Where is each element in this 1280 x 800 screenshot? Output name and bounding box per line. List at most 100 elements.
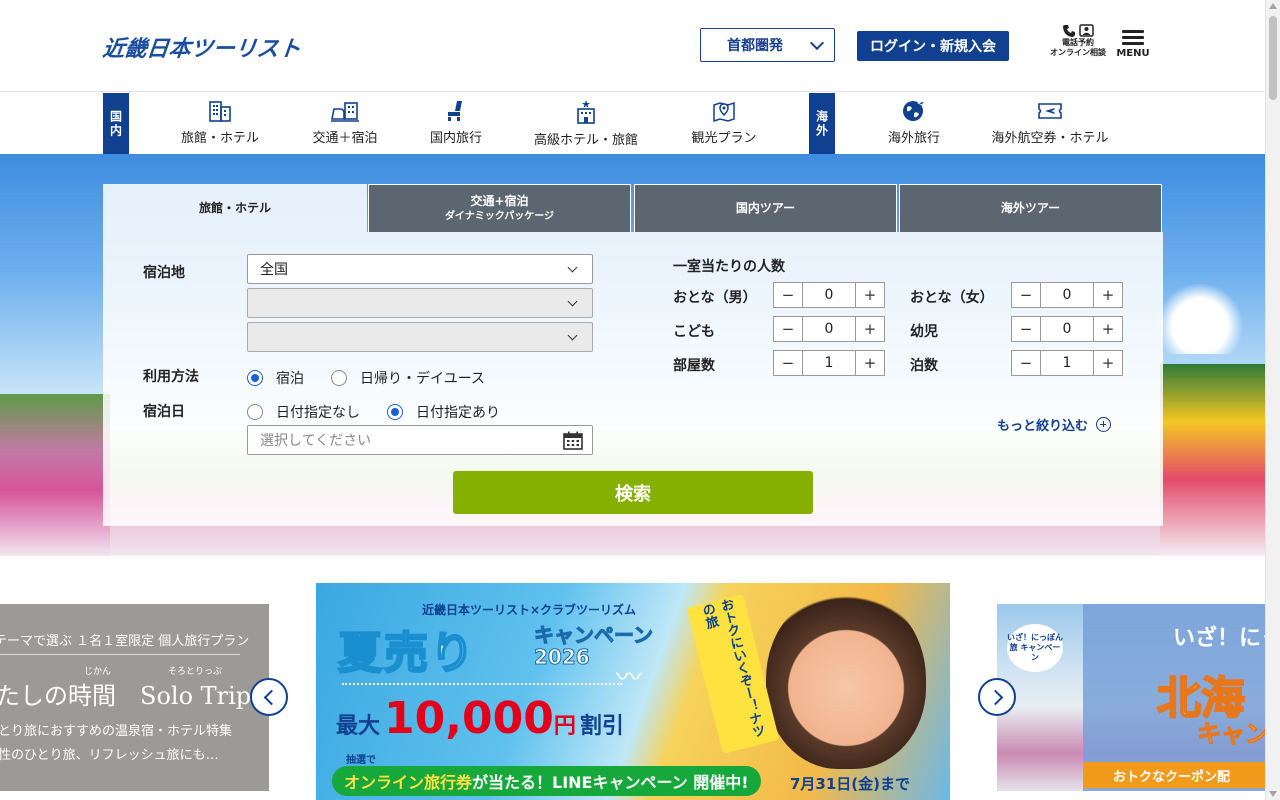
scrollbar-thumb[interactable] — [1269, 16, 1277, 100]
slide-summer-title: 夏売り — [337, 627, 476, 680]
slide-hokkaido[interactable]: いざ！にっぽん旅 キャンペーン いざ！にっ 北海 キャン おトクなクーポン配 — [997, 604, 1265, 791]
discount-value: 10,000 — [384, 693, 554, 744]
building-icon — [209, 101, 231, 122]
tab-sublabel: ダイナミックパッケージ — [444, 210, 555, 222]
destination-select-value: 全国 — [260, 262, 288, 278]
usage-option-stay[interactable]: 宿泊 — [247, 368, 304, 388]
site-logo[interactable]: 近畿日本ツーリスト — [101, 31, 302, 63]
stepper-value[interactable]: 1 — [1040, 351, 1094, 375]
carousel-next-button[interactable] — [978, 678, 1016, 716]
globe-plane-icon — [903, 100, 927, 121]
slide-solo-text-2: 性のひとり旅、リフレッシュ旅にも… — [0, 748, 219, 763]
chevron-down-icon — [809, 35, 825, 51]
line-campaign-banner: オンライン旅行券 が当たる！LINEキャンペーン 開催中! — [332, 766, 761, 796]
tab-domestic-tour[interactable]: 国内ツアー — [634, 184, 897, 232]
search-tabs: 旅館・ホテル 交通+宿泊 ダイナミックパッケージ 国内ツアー 海外ツアー — [103, 184, 1163, 232]
calendar-icon[interactable] — [563, 431, 583, 450]
nav-item-label: 旅館・ホテル — [180, 131, 259, 146]
stepper-infant: − 0 + — [1011, 316, 1123, 342]
decrement-button[interactable]: − — [1012, 317, 1040, 341]
menu-button[interactable]: MENU — [1116, 30, 1150, 66]
date-option-none[interactable]: 日付指定なし — [247, 402, 360, 422]
login-register-button[interactable]: ログイン・新規入会 — [857, 31, 1009, 61]
increment-button[interactable]: + — [856, 283, 884, 307]
slide-solo-subtitle: テーマで選ぶ １名１室限定 個人旅行プラン — [0, 634, 250, 649]
tab-ryokan-hotel[interactable]: 旅館・ホテル — [103, 184, 367, 232]
radio-icon — [247, 404, 263, 420]
stepper-child: − 0 + — [773, 316, 885, 342]
tab-overseas-tour[interactable]: 海外ツアー — [899, 184, 1162, 232]
date-option-label: 日付指定なし — [276, 405, 360, 421]
stepper-value[interactable]: 0 — [802, 317, 856, 341]
slide-summer-sale[interactable]: おトクにいくぞー！ナツの旅 近畿日本ツーリスト×クラブツーリズム 夏売り キャン… — [316, 583, 950, 800]
nav-item-transport-stay[interactable]: 交通＋宿泊 — [300, 99, 390, 149]
tab-dynamic-package[interactable]: 交通+宿泊 ダイナミックパッケージ — [368, 184, 631, 232]
stepper-value[interactable]: 0 — [802, 283, 856, 307]
slide-solo-title: たしの時間 Solo Trip — [0, 682, 252, 710]
slide-summer-campaign: キャンペーン — [534, 623, 654, 648]
usage-option-dayuse[interactable]: 日帰り・デイユース — [331, 368, 485, 388]
tab-label: 旅館・ホテル — [198, 200, 271, 215]
scroll-up-icon[interactable] — [1269, 3, 1277, 9]
hero-flower-field-right — [1160, 364, 1265, 556]
stepper-value[interactable]: 1 — [802, 351, 856, 375]
increment-button[interactable]: + — [1094, 351, 1122, 375]
increment-button[interactable]: + — [1094, 283, 1122, 307]
nav-item-overseas[interactable]: 海外旅行 — [876, 99, 952, 149]
slide-solo-trip[interactable]: テーマで選ぶ １名１室限定 個人旅行プラン じかん そろとりっぷ たしの時間 S… — [0, 604, 269, 791]
search-form: 宿泊地 全国 利用方法 宿泊 日帰り・デイユース 宿泊日 日付指定なし 日付指定… — [103, 232, 1163, 526]
more-filters-link[interactable]: もっと絞り込む — [997, 415, 1112, 434]
date-option-specified[interactable]: 日付指定あり — [387, 402, 500, 422]
destination-area-select[interactable] — [247, 288, 593, 318]
category-nav: 国内 旅館・ホテル 交通＋宿泊 国内旅行 高級ホテル・旅館 観光プラン 海外 海… — [0, 93, 1265, 154]
seat-icon — [448, 101, 462, 121]
hamburger-icon-bar — [1122, 36, 1144, 39]
scroll-down-icon[interactable] — [1269, 791, 1277, 797]
nav-item-label: 観光プラン — [691, 131, 757, 146]
guest-label-infant: 幼児 — [910, 324, 938, 340]
decrement-button[interactable]: − — [1012, 283, 1040, 307]
increment-button[interactable]: + — [856, 351, 884, 375]
date-input[interactable]: 選択してください — [247, 425, 593, 455]
slide-solo-text-1: とり旅におすすめの温泉宿・ホテル特集 — [0, 724, 233, 739]
stepper-value[interactable]: 0 — [1040, 317, 1094, 341]
slide-summer-brand: 近畿日本ツーリスト×クラブツーリズム — [422, 603, 637, 617]
nav-item-luxury[interactable]: 高級ホテル・旅館 — [526, 99, 646, 149]
carousel-prev-button[interactable] — [250, 678, 288, 716]
nav-item-label: 国内旅行 — [429, 131, 482, 146]
decrement-button[interactable]: − — [774, 317, 802, 341]
guest-label-adult-female: おとな（女） — [910, 290, 994, 306]
date-option-label: 日付指定あり — [416, 405, 500, 421]
chevron-down-icon — [567, 262, 578, 273]
slide-summer-year: 2026 — [534, 645, 591, 670]
nav-item-ryokan-hotel[interactable]: 旅館・ホテル — [170, 99, 270, 149]
destination-subarea-select[interactable] — [247, 322, 593, 352]
nav-item-label: 海外航空券・ホテル — [991, 131, 1109, 146]
tel-consult-button[interactable]: 電話予約 オンライン相談 — [1048, 24, 1108, 68]
increment-button[interactable]: + — [1094, 317, 1122, 341]
overseas-tag: 海外 — [809, 93, 835, 154]
menu-label: MENU — [1116, 48, 1150, 59]
slide-summer-discount: 最大 10,000 円 割引 — [336, 693, 624, 744]
increment-button[interactable]: + — [856, 317, 884, 341]
decrement-button[interactable]: − — [774, 283, 802, 307]
usage-label: 利用方法 — [143, 369, 199, 385]
decrement-button[interactable]: − — [1012, 351, 1040, 375]
destination-select[interactable]: 全国 — [247, 254, 593, 284]
nav-item-domestic[interactable]: 国内旅行 — [420, 99, 492, 149]
stepper-value[interactable]: 0 — [1040, 283, 1094, 307]
luxury-hotel-icon — [577, 100, 595, 124]
hero-cloud — [1155, 284, 1245, 354]
banner-carousel: テーマで選ぶ １名１室限定 個人旅行プラン じかん そろとりっぷ たしの時間 S… — [0, 556, 1265, 800]
nav-item-sightseeing[interactable]: 観光プラン — [684, 99, 764, 149]
domestic-tag: 国内 — [103, 93, 129, 154]
decrement-button[interactable]: − — [774, 351, 802, 375]
region-select[interactable]: 首都圏発 — [700, 28, 835, 62]
region-select-value: 首都圏発 — [727, 38, 783, 54]
slide-hokkaido-campaign: キャン — [1197, 720, 1266, 749]
stepper-adult-male: − 0 + — [773, 282, 885, 308]
nav-item-overseas-air-hotel[interactable]: 海外航空券・ホテル — [984, 99, 1116, 149]
search-button[interactable]: 検索 — [453, 471, 813, 514]
page-scrollbar[interactable] — [1265, 0, 1280, 800]
site-header: 近畿日本ツーリスト 首都圏発 ログイン・新規入会 電話予約 オンライン相談 ME… — [0, 0, 1265, 92]
